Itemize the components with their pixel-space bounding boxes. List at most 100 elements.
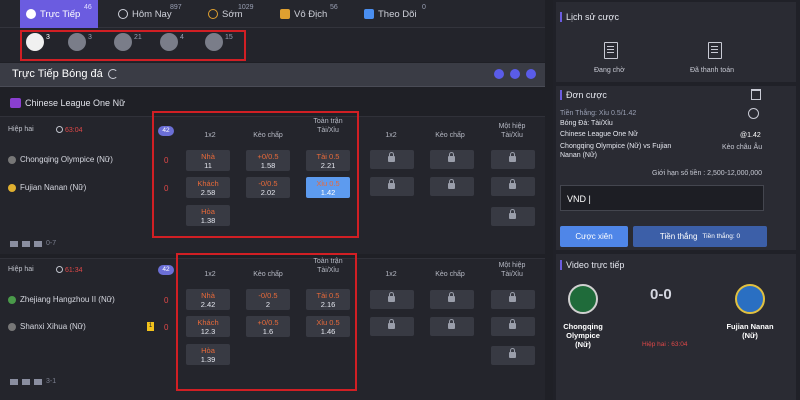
trophy-icon — [280, 9, 290, 19]
video-icon — [10, 240, 18, 247]
highlight-box — [152, 111, 359, 238]
tab-live[interactable]: Trực Tiếp 46 — [20, 0, 98, 28]
remove-bet-icon[interactable] — [748, 108, 759, 119]
home-team: Chongqing Olympice (Nữ) — [8, 155, 113, 164]
collapse-icon[interactable] — [494, 69, 504, 79]
markets-count-badge[interactable]: 42 — [158, 265, 174, 275]
bet-selection: Tiền Thắng: Xỉu 0.5/1.42 — [560, 110, 637, 117]
tab-label: Theo Dõi — [378, 8, 417, 20]
settled-bets-icon[interactable] — [708, 42, 722, 59]
trash-icon[interactable] — [751, 89, 761, 100]
locked-odds — [430, 150, 474, 169]
tab-today[interactable]: Hôm Nay 897 — [112, 0, 192, 28]
tab-count: 46 — [84, 4, 92, 11]
col-header-half-handicap: Kèo chấp — [435, 132, 465, 139]
lock-icon — [509, 152, 516, 162]
field-icon — [34, 378, 42, 385]
lock-icon — [509, 179, 516, 189]
tab-label: Vô Địch — [294, 8, 328, 20]
star-icon — [364, 9, 374, 19]
bet-type: Bóng Đá: Tài/Xỉu — [560, 120, 613, 127]
away-team: Shanxi Xihua (Nữ) — [8, 322, 86, 331]
tab-count: 1029 — [238, 4, 254, 11]
away-team-crest-icon — [735, 284, 765, 314]
locked-odds — [491, 207, 535, 226]
lock-icon — [448, 152, 455, 162]
home-team: Zhejiang Hangzhou II (Nữ) — [8, 295, 115, 304]
lock-icon — [509, 348, 516, 358]
filter-icon[interactable] — [510, 69, 520, 79]
locked-odds — [370, 317, 414, 336]
lock-icon — [448, 179, 455, 189]
tab-count: 56 — [330, 4, 338, 11]
lock-icon — [509, 209, 516, 219]
win-amount-button[interactable]: Tiền thắng Tiền thắng: 0 — [633, 226, 767, 247]
bet-league: Chinese League One Nữ — [560, 131, 638, 138]
home-team-crest-icon — [568, 284, 598, 314]
settings-icon[interactable] — [526, 69, 536, 79]
locked-odds — [491, 317, 535, 336]
match-period: Hiệp hai — [8, 266, 34, 273]
locked-odds — [430, 317, 474, 336]
tab-count: 897 — [170, 4, 182, 11]
clock-icon — [56, 266, 63, 273]
locked-odds — [430, 290, 474, 309]
locked-odds — [491, 346, 535, 365]
bet-match: Chongqing Olympice (Nữ) vs Fujian Nanan … — [560, 143, 672, 159]
lock-icon — [388, 292, 395, 302]
sport-tabs-bar: Trực Tiếp 46 Hôm Nay 897 Sớm 1029 Vô Địc… — [0, 0, 545, 28]
alarm-clock-icon — [208, 9, 218, 19]
lock-icon — [448, 319, 455, 329]
lock-icon — [448, 292, 455, 302]
lock-icon — [388, 152, 395, 162]
tab-following[interactable]: Theo Dõi 0 — [358, 0, 438, 28]
stats-icon — [22, 240, 30, 247]
league-name: Chinese League One Nữ — [25, 98, 126, 108]
clock-icon — [56, 126, 63, 133]
highlight-box — [176, 253, 357, 391]
stake-input[interactable]: VND | — [560, 185, 764, 211]
home-score: 0 — [164, 296, 169, 305]
settled-bets-link[interactable]: Đã thanh toán — [690, 67, 734, 74]
locked-odds — [491, 177, 535, 196]
lock-icon — [509, 292, 516, 302]
pending-bets-icon[interactable] — [604, 42, 618, 59]
match-footer: 0-7 — [10, 240, 56, 247]
league-flag-icon — [10, 98, 21, 108]
league-row[interactable]: Chinese League One Nữ — [0, 96, 545, 112]
tab-outright[interactable]: Vô Địch 56 — [274, 0, 354, 28]
highlight-box — [20, 30, 246, 61]
lock-icon — [388, 319, 395, 329]
bet-history-title: Lịch sử cược — [560, 12, 619, 22]
lock-icon — [388, 179, 395, 189]
team-logo-icon — [8, 322, 16, 331]
section-title: Trực Tiếp Bóng đá — [12, 68, 103, 80]
match-clock: 63:04 — [56, 126, 83, 134]
tab-count: 0 — [422, 4, 426, 11]
team-logo-icon — [8, 295, 16, 304]
col-header-half-1x2: 1x2 — [385, 132, 397, 139]
away-team-name: Fujian Nanan (Nữ) — [726, 322, 774, 340]
match-footer: 3-1 — [10, 378, 56, 385]
tab-early[interactable]: Sớm 1029 — [202, 0, 272, 28]
team-logo-icon — [8, 183, 16, 192]
tab-label: Trực Tiếp — [40, 8, 81, 20]
locked-odds — [430, 177, 474, 196]
bet-odds: @1.42 — [740, 132, 761, 139]
video-icon — [10, 378, 18, 385]
match-period: Hiệp hai — [8, 126, 34, 133]
col-header-half-ou: Một hiệp Tài/Xỉu — [498, 262, 526, 278]
parlay-button[interactable]: Cược xiên — [560, 226, 628, 247]
odds-type: Kèo châu Âu — [722, 144, 763, 151]
pending-bets-link[interactable]: Đang chờ — [594, 67, 625, 74]
field-icon — [34, 240, 42, 247]
away-team: Fujian Nanan (Nữ) — [8, 183, 86, 192]
team-logo-icon — [8, 155, 16, 164]
live-video-title: Video trực tiếp — [560, 260, 624, 270]
live-score: 0-0 — [650, 286, 672, 303]
calendar-icon — [118, 9, 128, 19]
refresh-icon[interactable] — [108, 69, 118, 79]
col-header-half-ou: Một hiệp Tài/Xỉu — [498, 123, 526, 139]
bet-slip-title: Đơn cược — [560, 90, 607, 100]
home-team-name: Chongqing Olympice (Nữ) — [563, 322, 603, 349]
